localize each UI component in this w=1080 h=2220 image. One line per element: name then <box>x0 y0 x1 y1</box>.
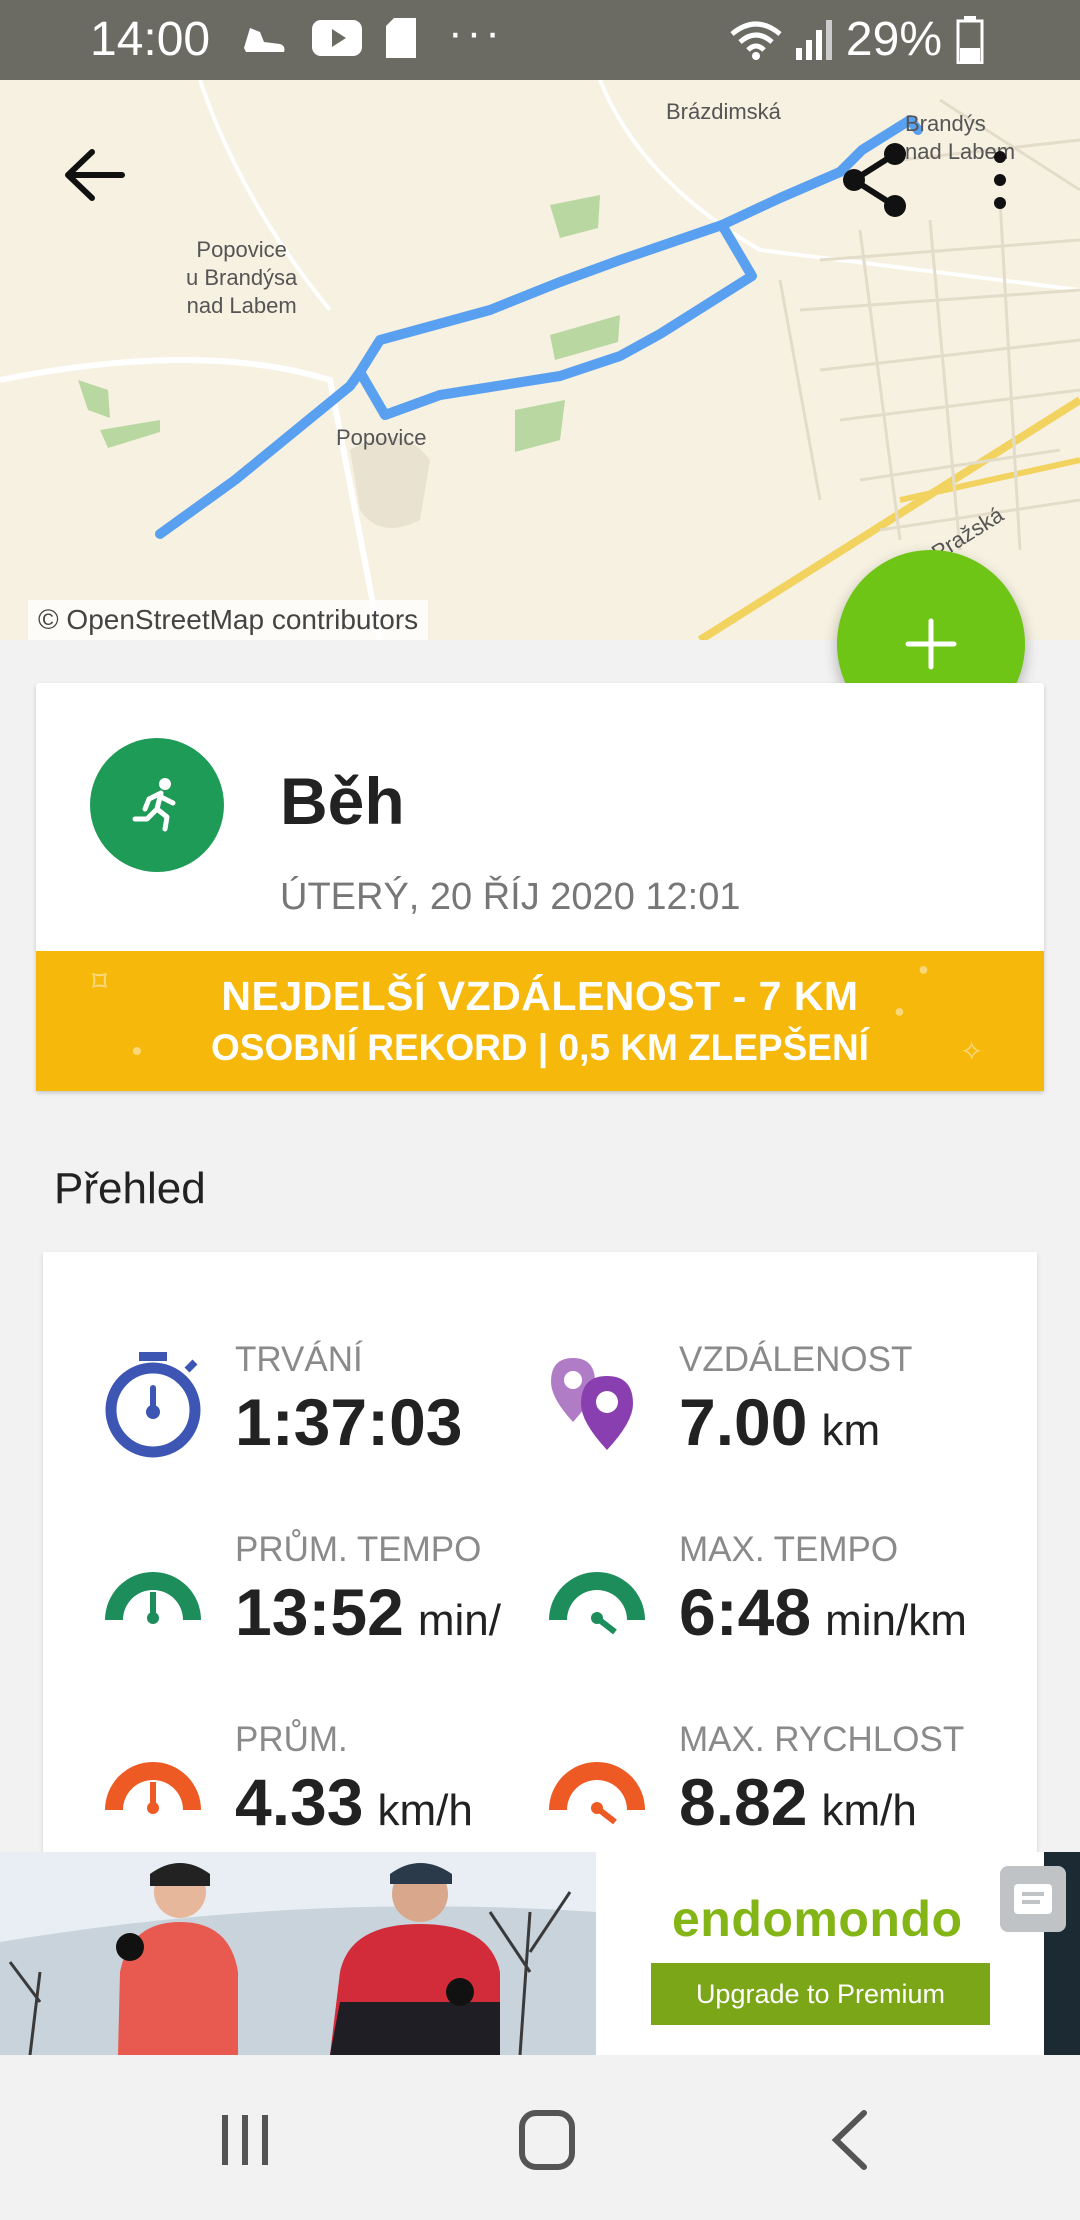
stat-label: PRŮM. <box>235 1720 348 1759</box>
stat-max-speed[interactable]: MAX. RYCHLOST 8.82 km/h <box>543 1720 1013 1852</box>
stat-value: 13:52 min/ <box>235 1574 501 1650</box>
map-label-popovice-u-brandysa: Popovice u Brandýsa nad Labem <box>186 237 298 318</box>
plus-icon <box>905 618 957 670</box>
gauge-orange-icon <box>549 1762 645 1825</box>
stat-value: 8.82 km/h <box>679 1764 917 1840</box>
stat-number: 13:52 <box>235 1575 404 1649</box>
gauge-orange-icon <box>105 1762 201 1814</box>
ad-brand-logo: endomondo <box>672 1891 963 1947</box>
stat-label: MAX. TEMPO <box>679 1530 899 1569</box>
status-time: 14:00 <box>90 13 211 66</box>
workout-date: ÚTERÝ, 20 ŘÍJ 2020 12:01 <box>280 876 741 918</box>
record-subtitle: OSOBNÍ REKORD | 0,5 KM ZLEPŠENÍ <box>211 1027 869 1068</box>
sport-avatar <box>90 738 224 872</box>
overview-title: Přehled <box>54 1164 206 1213</box>
youtube-icon <box>312 20 362 56</box>
notification-icons <box>240 18 416 58</box>
sport-title: Běh <box>280 764 405 838</box>
personal-record-banner[interactable]: ⌑ • ● ● ✧ NEJDELŠÍ VZDÁLENOST - 7 KM OSO… <box>36 951 1044 1091</box>
workout-header-card: Běh ÚTERÝ, 20 ŘÍJ 2020 12:01 ⌑ • ● ● ✧ N… <box>36 683 1044 1091</box>
stat-value: 1:37:03 <box>235 1384 477 1460</box>
stat-unit: km <box>821 1406 881 1455</box>
stat-duration[interactable]: TRVÁNÍ 1:37:03 <box>99 1340 569 1490</box>
running-icon <box>132 778 176 832</box>
more-vert-icon[interactable] <box>985 145 1015 215</box>
map-attribution[interactable]: © OpenStreetMap contributors <box>28 600 429 640</box>
stat-value: 4.33 km/h <box>235 1764 473 1840</box>
stat-label: PRŮM. TEMPO <box>235 1530 482 1569</box>
wifi-icon <box>730 21 782 60</box>
overview-stats-card: TRVÁNÍ 1:37:03 VZDÁLENOST 7.00 km PRŮM. T… <box>43 1252 1037 1852</box>
stat-value: 7.00 km <box>679 1384 880 1460</box>
more-notifications: ··· <box>448 8 504 57</box>
ad-runners-image <box>0 1852 596 2055</box>
stat-unit: km/h <box>377 1786 473 1835</box>
upgrade-premium-button[interactable]: Upgrade to Premium <box>651 1963 990 2025</box>
stat-label: VZDÁLENOST <box>679 1340 913 1379</box>
stat-value: 6:48 min/km <box>679 1574 967 1650</box>
status-right: 29% <box>730 12 984 67</box>
home-icon[interactable] <box>502 2105 592 2175</box>
recent-apps-icon[interactable] <box>200 2105 290 2175</box>
stat-number: 6:48 <box>679 1575 812 1649</box>
stat-unit: min/ <box>417 1596 501 1645</box>
location-pins-icon <box>551 1358 633 1450</box>
gauge-green-icon <box>105 1572 201 1624</box>
battery-percent: 29% <box>845 13 942 66</box>
back-icon[interactable] <box>806 2105 896 2175</box>
map-label-brazdimska: Brázdimská <box>666 99 781 124</box>
ad-choices-icon <box>1014 1884 1052 1914</box>
signal-icon <box>795 19 832 60</box>
stat-max-pace[interactable]: MAX. TEMPO 6:48 min/km <box>543 1530 1013 1680</box>
map-label-popovice: Popovice <box>336 425 427 450</box>
back-arrow-icon[interactable] <box>60 140 130 210</box>
stat-avg-pace[interactable]: PRŮM. TEMPO 13:52 min/ <box>99 1530 569 1680</box>
stat-label: TRVÁNÍ <box>235 1340 363 1379</box>
stat-number: 4.33 <box>235 1765 364 1839</box>
stat-number: 8.82 <box>679 1765 808 1839</box>
stat-unit: min/km <box>825 1596 967 1645</box>
stat-label: MAX. RYCHLOST <box>679 1720 965 1759</box>
ad-badge-icon[interactable] <box>1000 1866 1066 1932</box>
shoe-icon <box>244 28 285 52</box>
stopwatch-icon <box>105 1352 201 1458</box>
ad-banner[interactable]: endomondo Upgrade to Premium <box>0 1852 1080 2055</box>
stat-distance[interactable]: VZDÁLENOST 7.00 km <box>543 1340 1013 1490</box>
sd-card-icon <box>386 18 416 58</box>
record-title: NEJDELŠÍ VZDÁLENOST - 7 KM <box>221 973 859 1019</box>
gauge-green-icon <box>549 1572 645 1635</box>
system-nav-bar <box>0 2055 1080 2220</box>
battery-icon <box>956 15 984 64</box>
stat-avg-speed[interactable]: PRŮM. 4.33 km/h <box>99 1720 569 1852</box>
status-bar: 14:00 ··· 29% <box>0 0 1080 80</box>
stat-number: 1:37:03 <box>235 1385 463 1459</box>
stat-unit: km/h <box>821 1786 917 1835</box>
share-icon[interactable] <box>840 140 910 220</box>
stat-number: 7.00 <box>679 1385 808 1459</box>
